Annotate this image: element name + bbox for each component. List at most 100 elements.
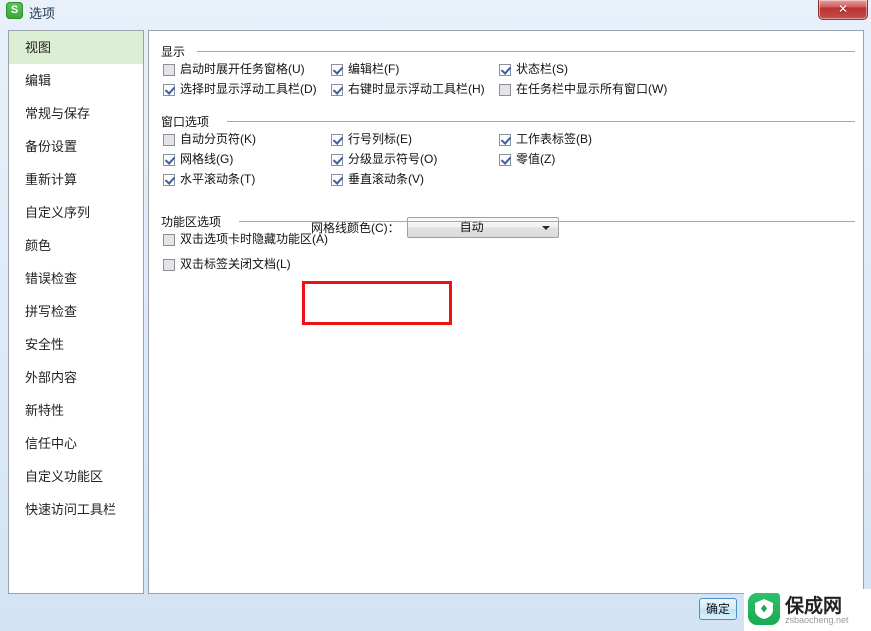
sidebar-item-label: 重新计算 bbox=[25, 172, 78, 187]
group-display-label: 显示 bbox=[161, 43, 191, 60]
close-button[interactable]: ✕ bbox=[818, 0, 868, 20]
sidebar-item-11[interactable]: 新特性 bbox=[9, 394, 143, 427]
sidebar-item-label: 外部内容 bbox=[25, 370, 78, 385]
display-checkbox-0[interactable]: 启动时展开任务窗格(U) bbox=[163, 63, 305, 76]
checkbox-checked-icon[interactable] bbox=[163, 83, 175, 96]
checkbox-label: 双击选项卡时隐藏功能区(A) bbox=[180, 232, 328, 246]
checkbox-unchecked-icon[interactable] bbox=[163, 258, 175, 271]
checkbox-checked-icon[interactable] bbox=[499, 133, 511, 146]
checkbox-unchecked-icon[interactable] bbox=[499, 83, 511, 96]
checkbox-label: 自动分页符(K) bbox=[180, 132, 256, 146]
sidebar-item-label: 视图 bbox=[25, 40, 52, 55]
checkbox-label: 右键时显示浮动工具栏(H) bbox=[348, 82, 485, 96]
window-options-checkbox-5[interactable]: 垂直滚动条(V) bbox=[331, 173, 424, 186]
highlight-annotation bbox=[302, 281, 452, 325]
sidebar-item-label: 常规与保存 bbox=[25, 106, 91, 121]
checkbox-checked-icon[interactable] bbox=[163, 153, 175, 166]
watermark-name: 保成网 bbox=[785, 596, 843, 617]
watermark-url: zsbaocheng.net bbox=[785, 615, 849, 625]
sidebar-item-label: 编辑 bbox=[25, 73, 52, 88]
sidebar-item-1[interactable]: 编辑 bbox=[9, 64, 143, 97]
display-checkbox-4[interactable]: 状态栏(S) bbox=[499, 63, 568, 76]
checkbox-checked-icon[interactable] bbox=[331, 173, 343, 186]
sidebar-item-14[interactable]: 快速访问工具栏 bbox=[9, 493, 143, 526]
checkbox-checked-icon[interactable] bbox=[331, 83, 343, 96]
options-dialog: S 选项 ✕ 视图编辑常规与保存备份设置重新计算自定义序列颜色错误检查拼写检查安… bbox=[0, 0, 871, 631]
chevron-down-icon bbox=[541, 226, 550, 230]
sidebar-item-4[interactable]: 重新计算 bbox=[9, 163, 143, 196]
ok-button[interactable]: 确定 bbox=[699, 598, 737, 620]
sidebar-list: 视图编辑常规与保存备份设置重新计算自定义序列颜色错误检查拼写检查安全性外部内容新… bbox=[9, 31, 143, 526]
sidebar-item-label: 自定义功能区 bbox=[25, 469, 104, 484]
checkbox-label: 启动时展开任务窗格(U) bbox=[180, 62, 305, 76]
sidebar-item-10[interactable]: 外部内容 bbox=[9, 361, 143, 394]
checkbox-label: 编辑栏(F) bbox=[348, 62, 400, 76]
ribbon-options-checkbox-1[interactable]: 双击标签关闭文档(L) bbox=[163, 258, 291, 271]
checkbox-checked-icon[interactable] bbox=[331, 153, 343, 166]
wps-spreadsheet-icon: S bbox=[6, 2, 23, 19]
display-checkbox-3[interactable]: 右键时显示浮动工具栏(H) bbox=[331, 83, 485, 96]
watermark-logo-icon bbox=[748, 593, 780, 625]
sidebar-item-3[interactable]: 备份设置 bbox=[9, 130, 143, 163]
window-options-checkbox-2[interactable]: 水平滚动条(T) bbox=[163, 173, 255, 186]
window-options-checkbox-1[interactable]: 网格线(G) bbox=[163, 153, 233, 166]
group-ribbon-options-divider bbox=[239, 221, 855, 222]
checkbox-label: 网格线(G) bbox=[180, 152, 234, 166]
window-options-checkbox-3[interactable]: 行号列标(E) bbox=[331, 133, 412, 146]
sidebar-item-13[interactable]: 自定义功能区 bbox=[9, 460, 143, 493]
sidebar-item-label: 错误检查 bbox=[25, 271, 78, 286]
checkbox-label: 零值(Z) bbox=[516, 152, 556, 166]
checkbox-checked-icon[interactable] bbox=[499, 63, 511, 76]
group-ribbon-options-label: 功能区选项 bbox=[161, 213, 227, 230]
window-options-checkbox-0[interactable]: 自动分页符(K) bbox=[163, 133, 256, 146]
sidebar-item-0[interactable]: 视图 bbox=[9, 31, 143, 64]
close-icon: ✕ bbox=[837, 2, 849, 16]
checkbox-label: 工作表标签(B) bbox=[516, 132, 592, 146]
sidebar-panel: 视图编辑常规与保存备份设置重新计算自定义序列颜色错误检查拼写检查安全性外部内容新… bbox=[8, 30, 144, 594]
sidebar-item-2[interactable]: 常规与保存 bbox=[9, 97, 143, 130]
group-display-divider bbox=[197, 51, 855, 52]
checkbox-label: 分级显示符号(O) bbox=[348, 152, 438, 166]
checkbox-checked-icon[interactable] bbox=[499, 153, 511, 166]
checkbox-unchecked-icon[interactable] bbox=[163, 133, 175, 146]
window-options-checkbox-7[interactable]: 零值(Z) bbox=[499, 153, 555, 166]
checkbox-checked-icon[interactable] bbox=[331, 133, 343, 146]
checkbox-label: 水平滚动条(T) bbox=[180, 172, 256, 186]
sidebar-item-5[interactable]: 自定义序列 bbox=[9, 196, 143, 229]
display-checkbox-5[interactable]: 在任务栏中显示所有窗口(W) bbox=[499, 83, 667, 96]
sidebar-item-label: 新特性 bbox=[25, 403, 65, 418]
sidebar-item-9[interactable]: 安全性 bbox=[9, 328, 143, 361]
checkbox-label: 选择时显示浮动工具栏(D) bbox=[180, 82, 317, 96]
shield-icon bbox=[755, 599, 773, 619]
content-panel: 显示 启动时展开任务窗格(U) 选择时显示浮动工具栏(D) 编辑栏(F) 右键时显示浮… bbox=[148, 30, 864, 594]
checkbox-label: 在任务栏中显示所有窗口(W) bbox=[516, 82, 668, 96]
window-options-checkbox-6[interactable]: 工作表标签(B) bbox=[499, 133, 592, 146]
sidebar-item-label: 自定义序列 bbox=[25, 205, 91, 220]
sidebar-item-label: 快速访问工具栏 bbox=[25, 502, 117, 517]
checkbox-checked-icon[interactable] bbox=[331, 63, 343, 76]
window-options-checkbox-4[interactable]: 分级显示符号(O) bbox=[331, 153, 437, 166]
group-window-options-label: 窗口选项 bbox=[161, 113, 215, 130]
group-window-options-divider bbox=[227, 121, 855, 122]
watermark: 保成网 zsbaocheng.net bbox=[744, 589, 871, 631]
display-checkbox-2[interactable]: 编辑栏(F) bbox=[331, 63, 399, 76]
checkbox-unchecked-icon[interactable] bbox=[163, 63, 175, 76]
checkbox-unchecked-icon[interactable] bbox=[163, 233, 175, 246]
sidebar-item-12[interactable]: 信任中心 bbox=[9, 427, 143, 460]
sidebar-item-8[interactable]: 拼写检查 bbox=[9, 295, 143, 328]
checkbox-label: 状态栏(S) bbox=[516, 62, 568, 76]
checkbox-label: 双击标签关闭文档(L) bbox=[180, 257, 291, 271]
sidebar-item-label: 颜色 bbox=[25, 238, 52, 253]
checkbox-label: 垂直滚动条(V) bbox=[348, 172, 424, 186]
checkbox-label: 行号列标(E) bbox=[348, 132, 412, 146]
sidebar-item-label: 信任中心 bbox=[25, 436, 78, 451]
title-bar: S 选项 ✕ bbox=[0, 0, 871, 22]
sidebar-item-6[interactable]: 颜色 bbox=[9, 229, 143, 262]
ribbon-options-checkbox-0[interactable]: 双击选项卡时隐藏功能区(A) bbox=[163, 233, 328, 246]
sidebar-item-7[interactable]: 错误检查 bbox=[9, 262, 143, 295]
window-title: 选项 bbox=[29, 6, 56, 21]
checkbox-checked-icon[interactable] bbox=[163, 173, 175, 186]
display-checkbox-1[interactable]: 选择时显示浮动工具栏(D) bbox=[163, 83, 317, 96]
sidebar-item-label: 拼写检查 bbox=[25, 304, 78, 319]
sidebar-item-label: 安全性 bbox=[25, 337, 65, 352]
